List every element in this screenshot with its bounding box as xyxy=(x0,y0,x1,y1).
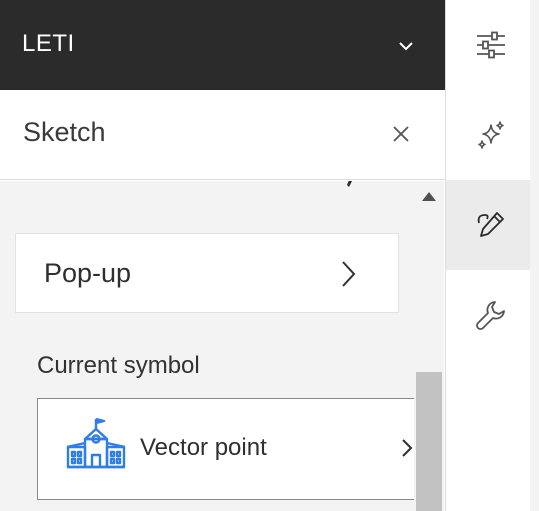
scrollbar-thumb[interactable] xyxy=(416,372,442,511)
close-icon[interactable] xyxy=(390,123,412,145)
panel-title: Sketch xyxy=(23,117,106,147)
scroll-up-arrow-icon[interactable] xyxy=(422,191,436,201)
sketch-panel: LETI Sketch Pop-up Current symbol Vector… xyxy=(0,0,445,511)
current-symbol-label: Current symbol xyxy=(37,352,200,379)
chevron-right-icon xyxy=(342,261,356,287)
action-rail xyxy=(446,0,539,511)
rail-edge xyxy=(530,0,539,511)
pen-tip-icon xyxy=(347,181,352,187)
scrollbar[interactable] xyxy=(414,181,444,511)
rail-item-sketch[interactable] xyxy=(446,180,539,270)
popup-button[interactable]: Pop-up xyxy=(15,233,399,313)
panel-header: Sketch xyxy=(0,90,445,180)
rail-item-properties[interactable] xyxy=(446,0,539,90)
symbol-name: Vector point xyxy=(140,434,267,461)
rail-item-effects[interactable] xyxy=(446,90,539,180)
pencil-icon xyxy=(477,212,504,237)
panel-content: Pop-up Current symbol Vector point xyxy=(0,181,414,511)
popup-label: Pop-up xyxy=(44,258,132,288)
layer-title: LETI xyxy=(22,30,75,57)
rail-item-tools[interactable] xyxy=(446,270,539,360)
sparkles-icon xyxy=(478,121,504,149)
school-building-icon xyxy=(66,417,126,469)
wrench-icon xyxy=(476,301,505,330)
chevron-right-icon xyxy=(402,439,413,457)
current-symbol-button[interactable]: Vector point xyxy=(37,398,414,500)
layer-header[interactable]: LETI xyxy=(0,0,445,90)
sliders-icon xyxy=(477,31,505,59)
chevron-down-icon[interactable] xyxy=(396,36,416,56)
